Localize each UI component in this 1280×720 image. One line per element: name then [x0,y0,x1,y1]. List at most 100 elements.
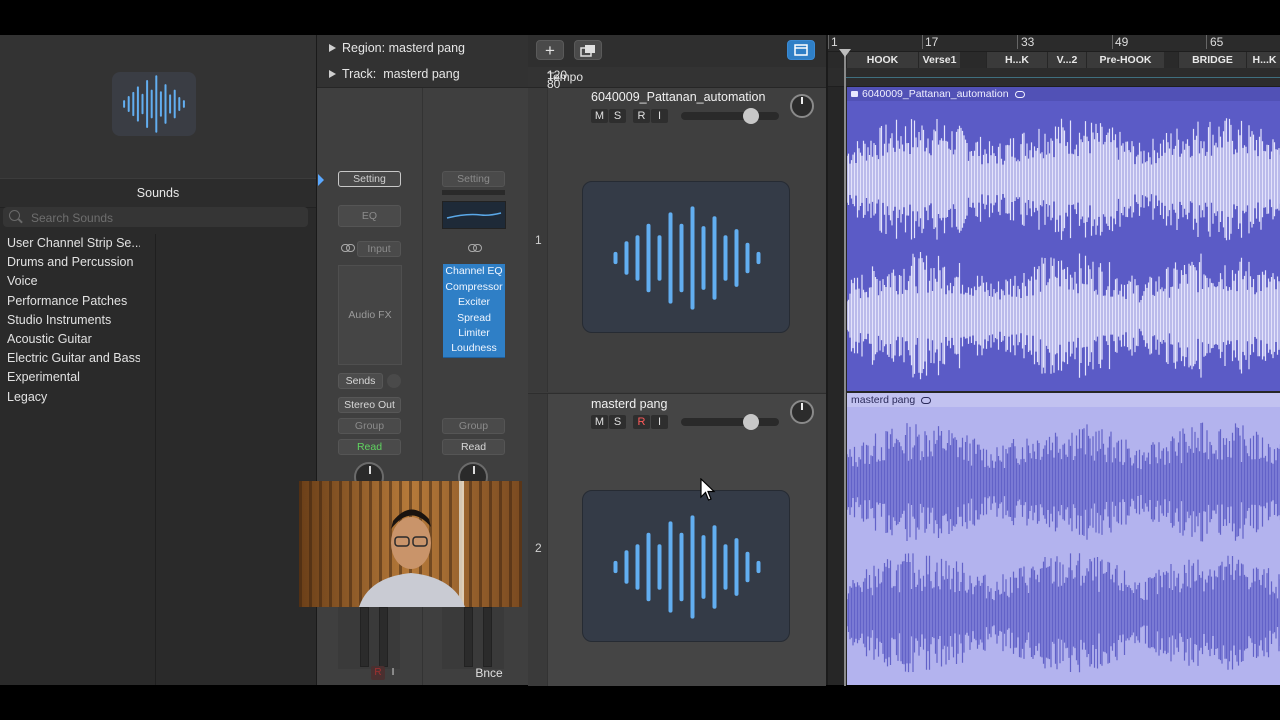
solo-button[interactable]: S [609,415,626,429]
library-panel: Sounds User Channel Strip Se... Drums an… [0,35,316,685]
library-category[interactable]: Performance Patches [0,292,140,311]
bar-ruler[interactable]: 1 17 33 49 65 [828,35,1280,52]
library-category-label: Performance Patches [7,293,128,308]
setting-button[interactable]: Setting [442,171,505,187]
input-monitor-button[interactable]: I [651,109,668,123]
library-category[interactable]: Acoustic Guitar [0,330,140,349]
region-inspector-title: Region: masterd pang [342,35,465,61]
region-name: masterd pang [851,394,916,406]
region-label: Region: [342,41,386,55]
library-category[interactable]: Experimental [0,368,140,387]
audio-fx-slot[interactable]: Audio FX [338,265,402,365]
waveform-icon[interactable] [582,490,790,642]
track-number: 2 [535,541,542,555]
input-slot[interactable]: Input [357,241,401,257]
library-category[interactable]: Studio Instruments [0,311,140,330]
volume-slider[interactable] [681,108,779,124]
group-slot[interactable]: Group [338,418,401,434]
duplicate-track-button[interactable] [574,40,602,60]
audio-region[interactable]: 6040009_Pattanan_automation [847,87,1280,391]
mute-button[interactable]: M [591,415,608,429]
audio-region[interactable]: masterd pang [847,393,1280,685]
link-icon[interactable] [341,244,355,252]
output-slot[interactable]: Stereo Out [338,397,401,413]
plugin-slot[interactable]: Exciter [443,295,505,312]
marker[interactable]: Verse1 [918,52,960,68]
solo-button[interactable]: S [609,109,626,123]
group-slot[interactable]: Group [442,418,505,434]
input-monitor-button[interactable]: I [651,415,668,429]
meter-channel [379,607,388,667]
plugin-slot[interactable]: Loudness [443,341,505,358]
pan-knob[interactable] [790,94,814,118]
marker[interactable]: V...2 [1047,52,1086,68]
library-category[interactable]: Voice [0,272,140,291]
library-category-label: Experimental [7,370,80,385]
bar-number: 33 [1021,35,1035,49]
input-monitor-button[interactable]: I [387,666,399,680]
track-number-column: 1 [528,88,548,392]
playhead[interactable] [844,52,846,686]
track-inspector-title: Track: masterd pang [342,61,460,87]
catch-playhead-button[interactable] [787,40,815,60]
track-number-column: 2 [528,394,548,686]
sends-toggle-icon[interactable] [387,374,401,388]
playhead-handle-icon[interactable] [839,49,851,57]
bar-number: 17 [925,35,939,49]
selected-strip-indicator-icon [318,174,324,186]
library-category[interactable]: Legacy [0,388,140,407]
library-category[interactable]: User Channel Strip Se... [0,234,140,253]
marker[interactable]: BRIDGE [1178,52,1246,68]
link-icon[interactable] [468,244,482,252]
add-track-button[interactable]: + [536,40,564,60]
volume-slider[interactable] [681,414,779,430]
plugin-slot[interactable]: Channel EQ [443,264,505,281]
track-name[interactable]: masterd pang [591,397,667,411]
setting-button[interactable]: Setting [338,171,401,187]
tempo-track-header[interactable]: Tempo 120 80 [528,67,826,91]
sends-slot[interactable]: Sends [338,373,383,389]
volume-slider-handle[interactable] [743,108,759,124]
duplicate-icon [580,45,595,57]
library-search[interactable] [3,207,308,229]
record-enable-button[interactable]: R [633,415,650,429]
track-header[interactable]: 2 masterd pang MSRI [528,393,826,686]
disclosure-triangle-icon [329,70,336,78]
search-input[interactable] [29,207,303,229]
mute-button[interactable]: M [591,109,608,123]
volume-slider-handle[interactable] [743,414,759,430]
library-category-label: Electric Guitar and Bass [7,351,140,366]
disclosure-triangle-icon [329,44,336,52]
region-name: 6040009_Pattanan_automation [862,88,1009,100]
region-inspector-header[interactable]: Region: masterd pang [317,35,528,62]
marker[interactable]: Pre-HOOK [1086,52,1164,68]
tracks-toolbar: + [528,35,826,67]
bounce-button[interactable]: Bnce [471,666,507,680]
eq-button[interactable]: EQ [338,205,401,227]
webcam-overlay [299,481,522,607]
library-category-label: Acoustic Guitar [7,331,92,346]
track-inspector-header[interactable]: Track: masterd pang [317,61,528,88]
library-category[interactable]: Electric Guitar and Bass [0,349,140,368]
tempo-lane[interactable] [828,68,1280,87]
arrange-area[interactable]: 1 17 33 49 65 HOOK Verse1 H...K V...2 Pr… [826,35,1280,686]
marker[interactable]: HOOK [846,52,918,68]
library-title: Sounds [136,186,180,200]
record-enable-button[interactable]: R [633,109,650,123]
meter-channel [483,607,492,667]
library-column-divider [155,234,156,685]
record-enable-button[interactable]: R [371,666,385,680]
pan-knob[interactable] [790,400,814,424]
automation-mode[interactable]: Read [442,439,505,455]
window-icon [794,44,808,56]
library-category[interactable]: Drums and Percussion [0,253,140,272]
marker[interactable]: H...K [1246,52,1280,68]
track-name[interactable]: 6040009_Pattanan_automation [591,90,765,104]
eq-curve-thumbnail[interactable] [442,201,506,229]
automation-mode[interactable]: Read [338,439,401,455]
track-header[interactable]: 1 6040009_Pattanan_automation MSRI [528,88,826,392]
marker[interactable]: H...K [986,52,1047,68]
waveform-icon[interactable] [582,181,790,333]
track-label: Track: [342,67,377,81]
lock-icon [851,91,858,97]
